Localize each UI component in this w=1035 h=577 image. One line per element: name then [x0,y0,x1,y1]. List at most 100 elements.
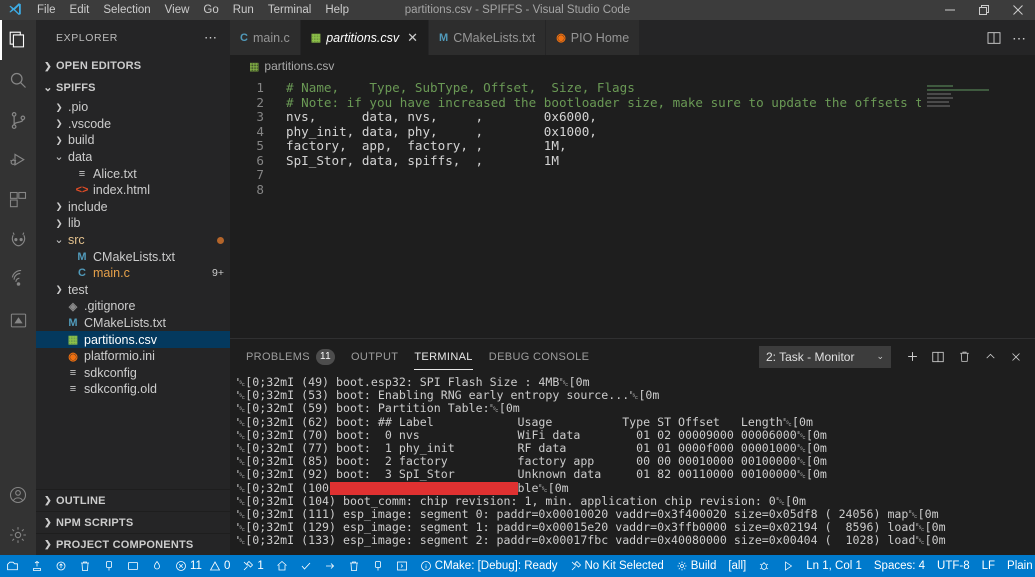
activitybar-item-run-debug[interactable] [0,140,36,180]
status-cursor-position[interactable]: Ln 1, Col 1 [800,555,868,577]
panel-tab-output[interactable]: OUTPUT [343,339,406,374]
code-line: factory, app, factory, , 1M, [286,138,567,153]
section-project-root[interactable]: ⌄ SPIFFS [36,77,230,99]
status-cmake-launch[interactable] [776,555,800,577]
status-cmake-status[interactable]: CMake: [Debug]: Ready [414,555,564,577]
editor-tab-cmakelists-txt[interactable]: M CMakeLists.txt [429,20,547,55]
status-pio-flame[interactable] [145,555,169,577]
split-editor-icon[interactable] [986,30,1002,46]
status-pio-check[interactable] [294,555,318,577]
status-encoding[interactable]: UTF-8 [931,555,976,577]
tree-item-src[interactable]: ⌄ src [36,232,230,249]
status-pio-plug[interactable] [366,555,390,577]
tree-item-cmakelists-txt[interactable]: M CMakeLists.txt [36,248,230,265]
code-line: nvs, data, nvs, , 0x6000, [286,109,597,124]
tree-item-platformio-ini[interactable]: ◉ platformio.ini [36,348,230,365]
sidebar-more-icon[interactable]: ⋯ [204,30,222,46]
tree-item-lib[interactable]: ❯ lib [36,215,230,232]
tree-item-include[interactable]: ❯ include [36,199,230,216]
section-npm-scripts[interactable]: ❯ NPM SCRIPTS [36,511,230,533]
panel-tab-debug-console[interactable]: DEBUG CONSOLE [481,339,598,374]
status-remote[interactable] [0,555,25,577]
status-pio-serial[interactable] [97,555,121,577]
tree-item-sdkconfig[interactable]: ≡ sdkconfig [36,365,230,382]
maximize-panel-button[interactable] [977,346,1003,368]
tree-item-data[interactable]: ⌄ data [36,149,230,166]
new-terminal-button[interactable] [899,346,925,368]
status-pio-terminal[interactable] [121,555,145,577]
status-problems[interactable]: 11 0 [169,555,236,577]
status-pio-monitor[interactable] [390,555,414,577]
activitybar-item-explorer[interactable] [0,20,36,60]
panel-tab-problems[interactable]: PROBLEMS 11 [238,339,343,374]
tree-item-index-html[interactable]: <> index.html [36,182,230,199]
status-cmake-build[interactable]: Build [670,555,723,577]
status-pio-build[interactable] [25,555,49,577]
tree-item-sdkconfig-old[interactable]: ≡ sdkconfig.old [36,381,230,398]
status-pio-home[interactable] [270,555,294,577]
editor-tab-partitions-csv[interactable]: ▦ partitions.csv ✕ [300,20,430,55]
breadcrumb[interactable]: ▦ partitions.csv [230,55,1035,77]
status-cmake-kit[interactable]: No Kit Selected [564,555,670,577]
menu-go[interactable]: Go [196,0,225,20]
status-pio-delete[interactable] [342,555,366,577]
split-terminal-button[interactable] [925,346,951,368]
editor-tab-pio-home[interactable]: ◉ PIO Home [546,20,641,55]
activitybar-item-accounts[interactable] [0,475,36,515]
tree-item--gitignore[interactable]: ◈ .gitignore [36,298,230,315]
overview-ruler[interactable] [1021,77,1035,338]
tab-close-icon[interactable]: ✕ [407,31,418,44]
more-actions-icon[interactable]: ⋯ [1012,31,1027,45]
section-open-editors[interactable]: ❯ OPEN EDITORS [36,55,230,77]
modified-indicator-dot [217,236,224,244]
status-pio-upload[interactable] [49,555,73,577]
status-eol[interactable]: LF [976,555,1001,577]
tree-item-main-c[interactable]: Cmain.c 9+ [36,265,230,282]
terminal-selector[interactable]: 2: Task - Monitor ⌄ [759,345,891,368]
tree-item--vscode[interactable]: ❯ .vscode [36,116,230,133]
close-button[interactable] [1001,0,1035,20]
activitybar-item-search[interactable] [0,60,36,100]
minimap[interactable] [921,77,1021,338]
activitybar-item-testing[interactable] [0,300,36,340]
menu-run[interactable]: Run [226,0,261,20]
tree-item-cmakelists-txt[interactable]: M CMakeLists.txt [36,315,230,332]
tree-item-test[interactable]: ❯ test [36,282,230,299]
activitybar-item-source-control[interactable] [0,100,36,140]
status-pio-clean[interactable] [73,555,97,577]
tree-item-partitions-csv[interactable]: ▦ partitions.csv [36,331,230,348]
close-panel-button[interactable] [1003,346,1029,368]
status-cmake-kit-count[interactable]: 1 [236,555,269,577]
terminal-output[interactable]: ␛[0;32mI (49) boot.esp32: SPI Flash Size… [230,374,1035,555]
menu-selection[interactable]: Selection [96,0,157,20]
kill-terminal-button[interactable] [951,346,977,368]
status-pio-run[interactable] [318,555,342,577]
menu-help[interactable]: Help [318,0,356,20]
tree-item-build[interactable]: ❯ build [36,132,230,149]
activitybar-item-settings[interactable] [0,515,36,555]
activitybar-item-extensions[interactable] [0,180,36,220]
code-editor[interactable]: 12345678 # Name, Type, SubType, Offset, … [230,77,921,338]
menu-view[interactable]: View [158,0,197,20]
code-content[interactable]: # Name, Type, SubType, Offset, Size, Fla… [276,81,921,338]
menu-file[interactable]: File [30,0,63,20]
section-project-components[interactable]: ❯ PROJECT COMPONENTS [36,533,230,555]
menu-terminal[interactable]: Terminal [261,0,318,20]
activitybar-item-platformio[interactable] [0,220,36,260]
minimize-button[interactable] [933,0,967,20]
status-indentation[interactable]: Spaces: 4 [868,555,931,577]
panel-tab-terminal[interactable]: TERMINAL [406,339,480,374]
menu-bar: File Edit Selection View Go Run Terminal… [30,0,356,20]
chevron-down-icon: ⌄ [43,82,53,94]
editor-tab-main-c[interactable]: Cmain.c [230,20,301,55]
tree-item-alice-txt[interactable]: ≡ Alice.txt [36,165,230,182]
activitybar-item-remote-explorer[interactable] [0,260,36,300]
status-cmake-target[interactable]: [all] [722,555,752,577]
maximize-button[interactable] [967,0,1001,20]
status-cmake-debug[interactable] [752,555,776,577]
editor-area: 12345678 # Name, Type, SubType, Offset, … [230,77,1035,338]
status-language-mode[interactable]: Plain Text [1001,555,1035,577]
tree-item--pio[interactable]: ❯ .pio [36,99,230,116]
menu-edit[interactable]: Edit [63,0,97,20]
section-outline[interactable]: ❯ OUTLINE [36,489,230,511]
